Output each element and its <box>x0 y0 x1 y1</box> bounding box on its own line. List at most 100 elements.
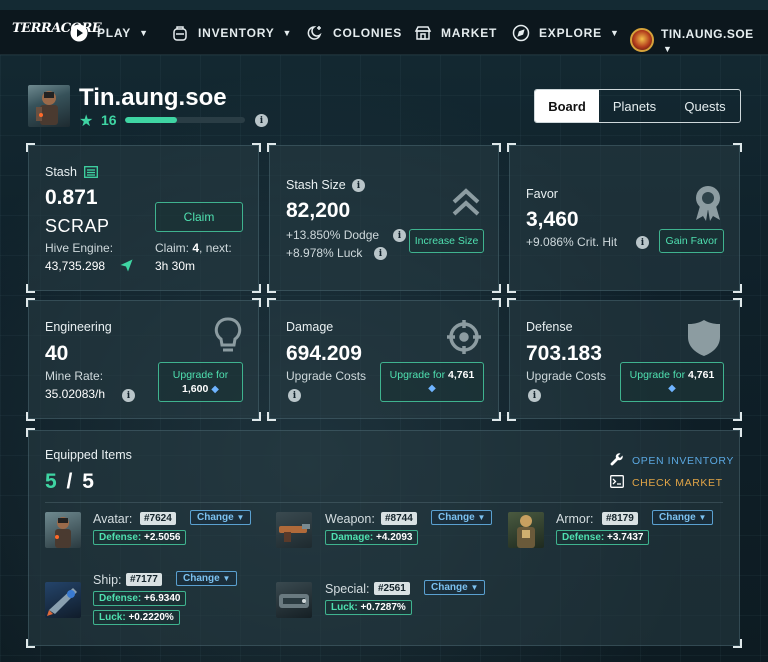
terminal-icon <box>610 475 624 491</box>
info-icon[interactable]: i <box>122 389 135 402</box>
equipped-items-title: Equipped Items <box>45 448 132 462</box>
change-special-button[interactable]: Change ▼ <box>424 580 486 595</box>
crit-hit-bonus: +9.086% Crit. Hit <box>526 235 618 249</box>
engineering-card: Engineering 40 Mine Rate: 35.02083/h i U… <box>26 298 261 421</box>
damage-label: Damage <box>286 320 334 334</box>
weapon-item-image[interactable] <box>276 512 312 548</box>
avatar-label: Avatar: <box>93 512 133 526</box>
change-armor-button[interactable]: Change ▼ <box>652 510 714 525</box>
hive-engine-value: 43,735.298 <box>45 259 106 273</box>
upgrade-damage-label: Upgrade for <box>389 369 449 381</box>
info-icon[interactable]: i <box>528 389 541 402</box>
tab-planets[interactable]: Planets <box>599 90 670 122</box>
list-icon[interactable] <box>84 165 98 183</box>
change-avatar-button[interactable]: Change ▼ <box>190 510 252 525</box>
ship-stat-name: Defense: <box>99 593 142 604</box>
upgrade-damage-button[interactable]: Upgrade for 4,761 ◆ <box>380 362 484 402</box>
user-menu-name[interactable]: TIN.AUNG.SOE <box>661 27 754 41</box>
change-special-label: Change <box>431 582 468 593</box>
weapon-label: Weapon: <box>325 512 375 526</box>
info-icon[interactable]: i <box>352 179 365 192</box>
stash-card: Stash 0.871 SCRAP Hive Engine: 43,735.29… <box>26 143 261 293</box>
compass-icon <box>511 24 531 42</box>
special-label: Special: <box>325 582 370 596</box>
wrench-icon <box>610 452 624 469</box>
info-icon[interactable]: i <box>636 236 649 249</box>
armor-stat-name: Defense: <box>562 532 605 543</box>
increase-size-button[interactable]: Increase Size <box>409 229 484 253</box>
weapon-stat-chip: Damage: +4.2093 <box>325 530 419 545</box>
nav-play[interactable]: PLAY ▼ <box>69 24 149 42</box>
claim-button[interactable]: Claim <box>155 202 243 232</box>
armor-id-tag: #8179 <box>602 512 638 525</box>
nav-market[interactable]: MARKET <box>413 24 497 42</box>
change-ship-button[interactable]: Change ▼ <box>176 571 238 586</box>
backpack-icon <box>170 24 190 42</box>
award-badge-icon <box>692 184 724 227</box>
claim-next-time: 3h 30m <box>155 259 196 273</box>
user-avatar[interactable] <box>630 28 654 52</box>
open-inventory-link[interactable]: OPEN INVENTORY <box>610 452 734 469</box>
double-chevron-up-icon <box>450 186 482 223</box>
stash-size-label: Stash Size <box>286 178 346 192</box>
nav-inventory[interactable]: INVENTORY ▼ <box>170 24 292 42</box>
hive-gem-icon: ◆ <box>428 383 436 394</box>
weapon-id-tag: #8744 <box>381 512 417 525</box>
nav-explore[interactable]: EXPLORE ▼ <box>511 24 620 42</box>
change-weapon-label: Change <box>438 512 475 523</box>
special-item-image[interactable] <box>276 582 312 618</box>
damage-value: 694.209 <box>286 342 362 365</box>
chevron-down-icon: ▼ <box>477 513 486 522</box>
info-icon[interactable]: i <box>288 389 301 402</box>
info-icon[interactable]: i <box>255 114 268 127</box>
claim-info-text-c: , next: <box>199 241 232 255</box>
equipped-count-current: 5 <box>45 470 57 493</box>
divider <box>45 502 723 503</box>
view-tabs: Board Planets Quests <box>534 89 741 123</box>
check-market-link[interactable]: CHECK MARKET <box>610 475 723 491</box>
stash-size-card: Stash Size i 82,200 +13.850% Dodge i +8.… <box>267 143 501 293</box>
upgrade-engineering-button[interactable]: Upgrade for 1,600 ◆ <box>158 362 243 402</box>
stash-size-value: 82,200 <box>286 199 351 222</box>
info-icon[interactable]: i <box>393 229 406 242</box>
info-icon[interactable]: i <box>374 247 387 260</box>
hive-gem-icon: ◆ <box>668 383 676 394</box>
chevron-down-icon: ▼ <box>222 574 231 583</box>
hive-gem-icon: ◆ <box>211 383 219 395</box>
tab-quests[interactable]: Quests <box>670 90 740 122</box>
damage-upgrade-costs-label: Upgrade Costs <box>286 369 367 383</box>
nav-colonies[interactable]: COLONIES <box>305 24 402 42</box>
upgrade-engineering-cost: 1,600 <box>182 382 209 395</box>
ship-stat2-name: Luck: <box>99 612 126 623</box>
upgrade-damage-cost: 4,761 <box>448 369 475 381</box>
upgrade-defense-button[interactable]: Upgrade for 4,761 ◆ <box>620 362 724 402</box>
armor-stat-value: +3.7437 <box>607 532 644 543</box>
special-id-tag: #2561 <box>374 582 410 595</box>
armor-item-image[interactable] <box>508 512 544 548</box>
change-weapon-button[interactable]: Change ▼ <box>431 510 493 525</box>
nav-market-label: MARKET <box>441 26 498 40</box>
avatar-stat-chip: Defense: +2.5056 <box>93 530 187 545</box>
level-progress-fill <box>125 117 177 123</box>
tab-board[interactable]: Board <box>535 90 599 122</box>
ship-id-tag: #7177 <box>126 573 162 586</box>
avatar-item-image[interactable] <box>45 512 81 548</box>
ship-stat2-value: +0.2220% <box>128 612 174 623</box>
favor-label: Favor <box>526 187 558 201</box>
mine-rate-label: Mine Rate: <box>45 369 104 383</box>
gain-favor-button[interactable]: Gain Favor <box>659 229 724 253</box>
send-icon[interactable] <box>120 259 133 277</box>
top-nav: TERRACORE PLAY ▼ INVENTORY ▼ COLONIES MA… <box>0 10 768 55</box>
crosshair-icon <box>446 319 482 360</box>
ship-item-image[interactable] <box>45 582 81 618</box>
nav-colonies-label: COLONIES <box>333 26 403 40</box>
stash-value: 0.871 <box>45 186 98 209</box>
avatar-id-tag: #7624 <box>140 512 176 525</box>
chevron-down-icon[interactable]: ▼ <box>663 44 672 54</box>
luck-bonus: +8.978% Luck <box>286 246 363 260</box>
play-icon <box>69 24 89 42</box>
defense-label: Defense <box>526 320 573 334</box>
check-market-label: CHECK MARKET <box>632 477 723 489</box>
chevron-down-icon: ▼ <box>470 583 479 592</box>
profile-avatar <box>28 85 70 127</box>
